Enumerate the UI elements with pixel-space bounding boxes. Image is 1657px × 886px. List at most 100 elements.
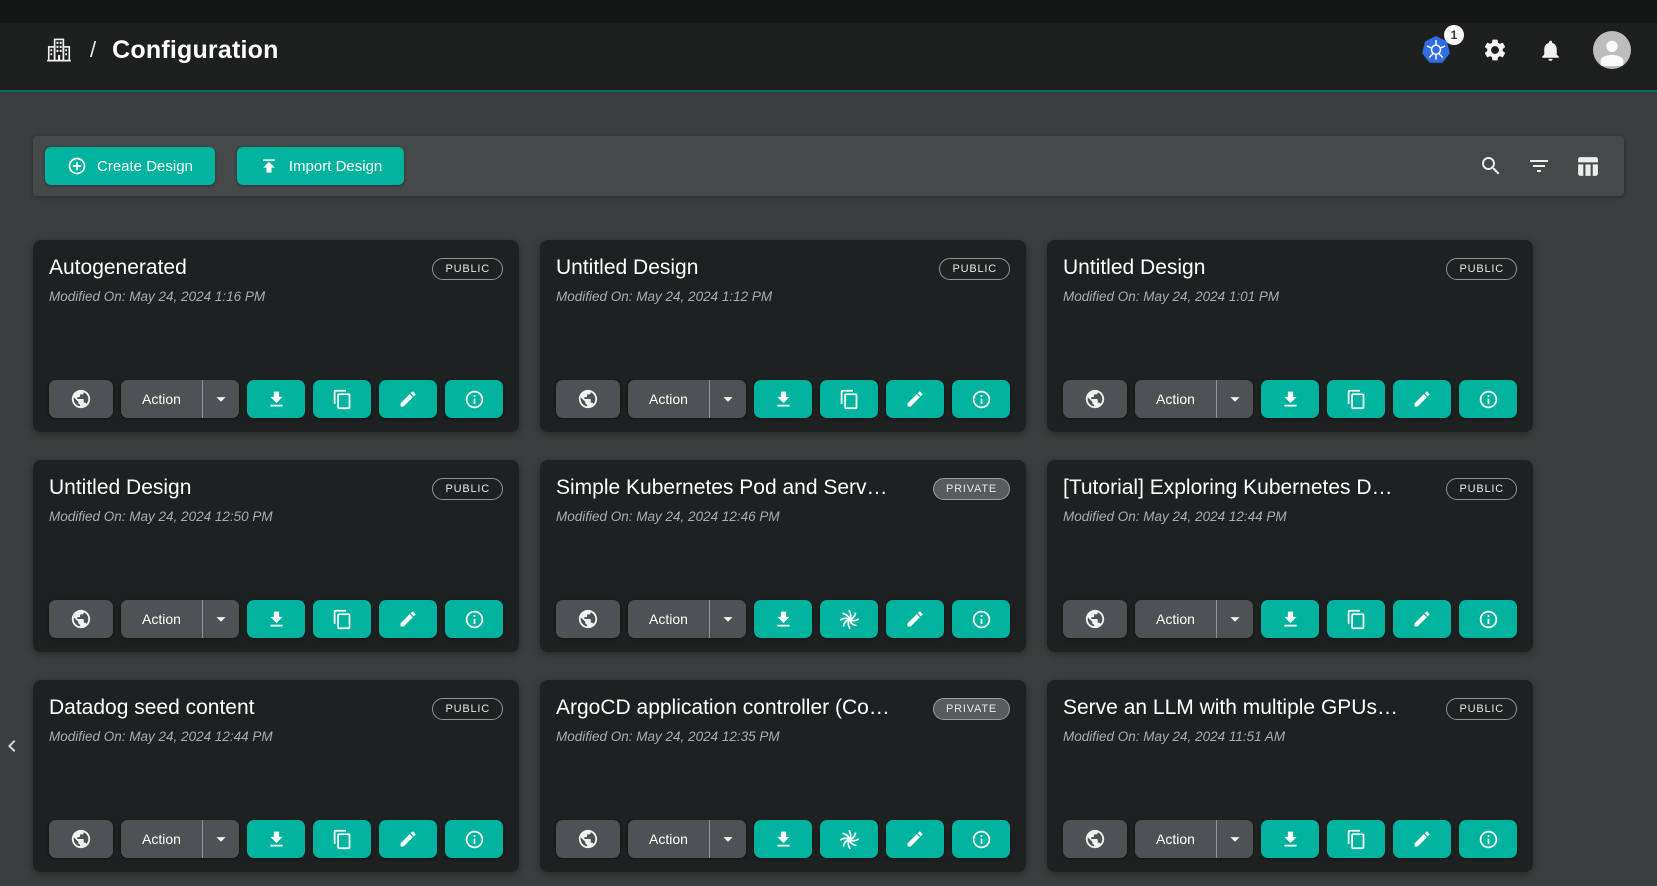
sidebar-collapse-button[interactable] <box>0 734 24 758</box>
edit-button[interactable] <box>886 820 944 858</box>
globe-icon <box>577 388 599 410</box>
action-button[interactable]: Action <box>121 820 202 858</box>
action-button[interactable]: Action <box>121 380 202 418</box>
user-avatar[interactable] <box>1593 31 1631 69</box>
notifications-button[interactable] <box>1538 38 1563 63</box>
clone-button[interactable] <box>1327 820 1385 858</box>
clone-button[interactable] <box>313 820 371 858</box>
edit-button[interactable] <box>379 600 437 638</box>
info-button[interactable] <box>952 600 1010 638</box>
edit-button[interactable] <box>379 380 437 418</box>
design-swirl-button[interactable] <box>820 600 878 638</box>
clone-button[interactable] <box>820 380 878 418</box>
edit-button[interactable] <box>1393 820 1451 858</box>
visibility-globe-button[interactable] <box>49 600 113 638</box>
action-dropdown-toggle[interactable] <box>203 600 239 638</box>
action-dropdown-toggle[interactable] <box>710 820 746 858</box>
card-modified: Modified On: May 24, 2024 11:51 AM <box>1063 729 1517 744</box>
action-dropdown-toggle[interactable] <box>1217 820 1253 858</box>
action-button[interactable]: Action <box>628 380 709 418</box>
design-swirl-button[interactable] <box>820 820 878 858</box>
action-split-button: Action <box>628 820 746 858</box>
action-button[interactable]: Action <box>628 820 709 858</box>
download-icon <box>773 829 794 850</box>
edit-button[interactable] <box>886 380 944 418</box>
clone-button[interactable] <box>313 380 371 418</box>
edit-pencil-icon <box>905 609 925 629</box>
download-button[interactable] <box>247 820 305 858</box>
edit-button[interactable] <box>886 600 944 638</box>
download-button[interactable] <box>754 380 812 418</box>
info-button[interactable] <box>445 380 503 418</box>
clone-button[interactable] <box>313 600 371 638</box>
visibility-globe-button[interactable] <box>556 820 620 858</box>
visibility-globe-button[interactable] <box>556 380 620 418</box>
card-actions: Action <box>49 600 503 638</box>
download-button[interactable] <box>754 820 812 858</box>
action-button[interactable]: Action <box>1135 380 1216 418</box>
visibility-globe-button[interactable] <box>49 380 113 418</box>
card-actions: Action <box>1063 600 1517 638</box>
building-icon[interactable] <box>44 35 74 65</box>
edit-pencil-icon <box>1412 829 1432 849</box>
visibility-globe-button[interactable] <box>1063 380 1127 418</box>
visibility-globe-button[interactable] <box>556 600 620 638</box>
action-dropdown-toggle[interactable] <box>1217 600 1253 638</box>
kubernetes-context-button[interactable]: 1 <box>1420 34 1452 66</box>
download-button[interactable] <box>247 380 305 418</box>
visibility-globe-button[interactable] <box>1063 820 1127 858</box>
download-button[interactable] <box>1261 820 1319 858</box>
filter-button[interactable] <box>1527 154 1551 178</box>
card-actions: Action <box>556 600 1010 638</box>
action-dropdown-toggle[interactable] <box>203 380 239 418</box>
action-dropdown-toggle[interactable] <box>710 600 746 638</box>
edit-button[interactable] <box>379 820 437 858</box>
clone-icon <box>839 389 860 410</box>
action-dropdown-toggle[interactable] <box>203 820 239 858</box>
visibility-badge: PUBLIC <box>432 478 503 500</box>
visibility-globe-button[interactable] <box>49 820 113 858</box>
download-icon <box>266 609 287 630</box>
download-button[interactable] <box>1261 380 1319 418</box>
search-button[interactable] <box>1479 154 1503 178</box>
info-icon <box>1478 829 1499 850</box>
download-icon <box>773 609 794 630</box>
action-dropdown-toggle[interactable] <box>1217 380 1253 418</box>
info-button[interactable] <box>1459 820 1517 858</box>
design-card: Datadog seed content PUBLIC Modified On:… <box>33 680 519 872</box>
edit-pencil-icon <box>398 829 418 849</box>
table-view-button[interactable] <box>1575 154 1600 179</box>
info-button[interactable] <box>952 820 1010 858</box>
card-title: ArgoCD application controller (Co… <box>556 696 890 720</box>
create-design-button[interactable]: Create Design <box>45 147 215 185</box>
info-button[interactable] <box>1459 380 1517 418</box>
action-button[interactable]: Action <box>628 600 709 638</box>
settings-button[interactable] <box>1482 37 1508 63</box>
edit-button[interactable] <box>1393 380 1451 418</box>
action-button[interactable]: Action <box>1135 820 1216 858</box>
action-dropdown-toggle[interactable] <box>710 380 746 418</box>
import-design-button[interactable]: Import Design <box>237 147 404 185</box>
clone-icon <box>1346 609 1367 630</box>
info-button[interactable] <box>952 380 1010 418</box>
visibility-badge: PUBLIC <box>939 258 1010 280</box>
visibility-globe-button[interactable] <box>1063 600 1127 638</box>
info-button[interactable] <box>445 820 503 858</box>
action-split-button: Action <box>628 380 746 418</box>
download-button[interactable] <box>1261 600 1319 638</box>
download-button[interactable] <box>247 600 305 638</box>
visibility-badge: PUBLIC <box>1446 478 1517 500</box>
clone-button[interactable] <box>1327 600 1385 638</box>
info-button[interactable] <box>1459 600 1517 638</box>
card-title: Datadog seed content <box>49 696 255 720</box>
edit-button[interactable] <box>1393 600 1451 638</box>
info-button[interactable] <box>445 600 503 638</box>
design-card: Serve an LLM with multiple GPUs… PUBLIC … <box>1047 680 1533 872</box>
action-button[interactable]: Action <box>1135 600 1216 638</box>
edit-pencil-icon <box>905 389 925 409</box>
card-title: [Tutorial] Exploring Kubernetes D… <box>1063 476 1393 500</box>
action-button[interactable]: Action <box>121 600 202 638</box>
download-button[interactable] <box>754 600 812 638</box>
chevron-down-icon <box>210 608 232 630</box>
clone-button[interactable] <box>1327 380 1385 418</box>
